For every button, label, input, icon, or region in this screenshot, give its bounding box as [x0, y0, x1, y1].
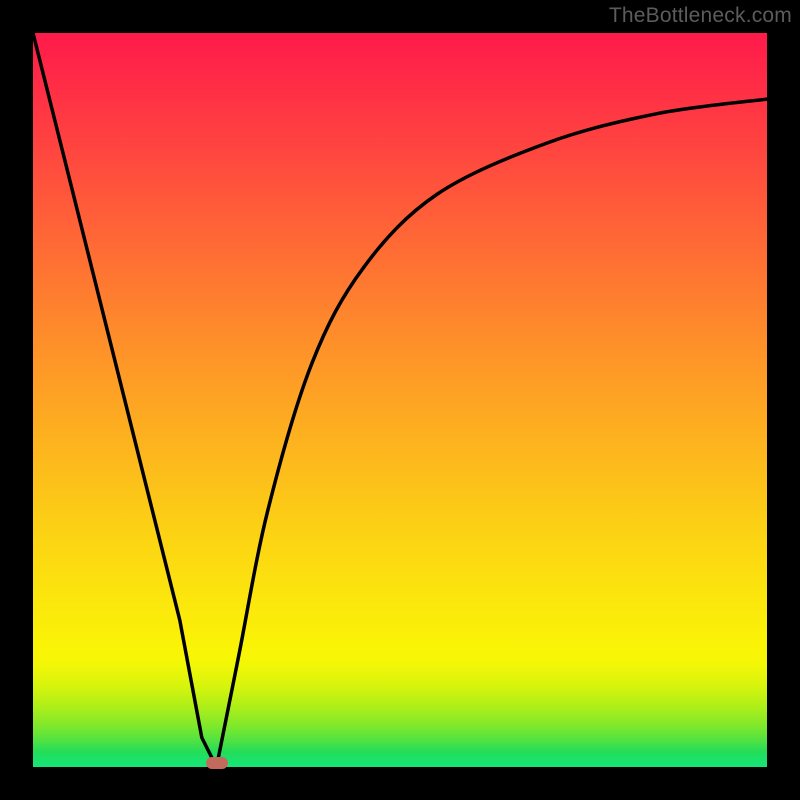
- bottleneck-curve: [33, 33, 767, 767]
- watermark-text: TheBottleneck.com: [609, 4, 792, 28]
- chart-frame: TheBottleneck.com: [0, 0, 800, 800]
- plot-area: [33, 33, 767, 767]
- optimum-marker: [206, 757, 228, 769]
